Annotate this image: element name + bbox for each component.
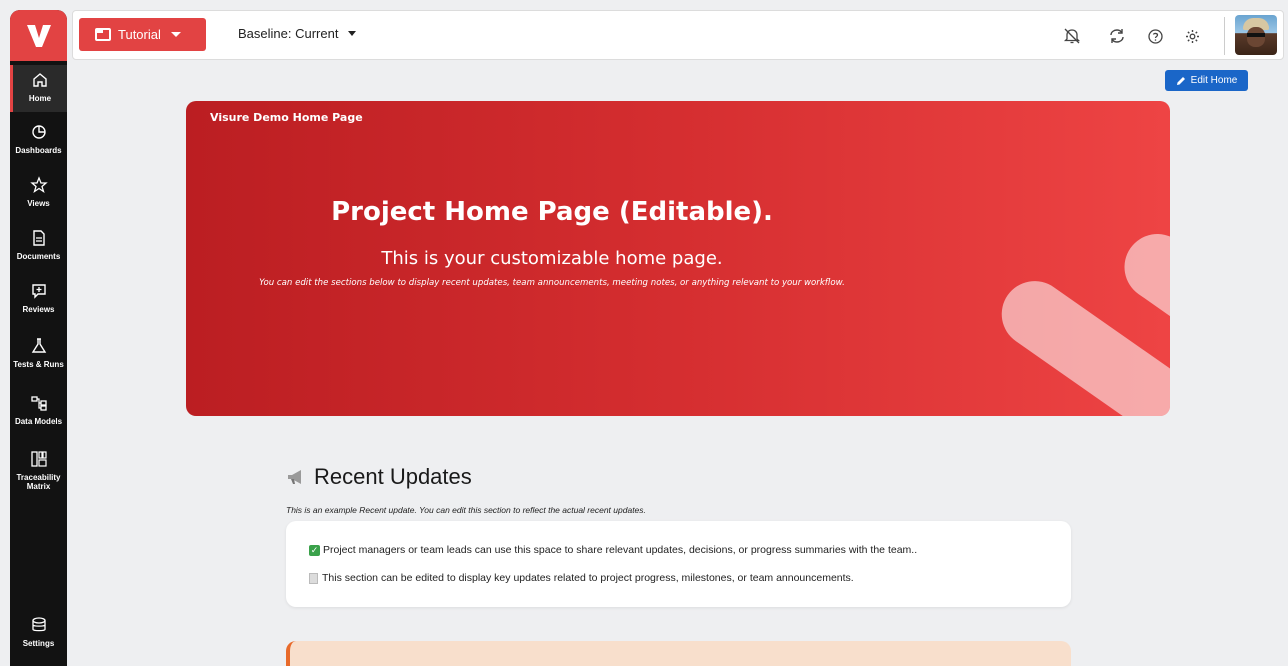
update-line-text: This section can be edited to display ke… <box>322 572 854 584</box>
update-line-text: Project managers or team leads can use t… <box>323 544 918 556</box>
matrix-icon <box>30 451 47 467</box>
dashboard-icon <box>31 125 46 139</box>
avatar[interactable] <box>1235 15 1277 55</box>
sync-icon <box>1110 29 1124 43</box>
sidebar-item-traceability-matrix[interactable]: Traceability Matrix <box>10 450 67 491</box>
sidebar-item-reviews[interactable]: Reviews <box>10 282 67 314</box>
sidebar-item-label: Tests & Runs <box>13 360 64 369</box>
flask-icon <box>31 338 46 353</box>
recent-updates-card: ✓ Project managers or team leads can use… <box>286 521 1071 607</box>
notifications-button[interactable] <box>1061 25 1083 47</box>
caret-down-icon <box>170 32 181 37</box>
recent-updates-title: Recent Updates <box>286 464 472 490</box>
home-icon <box>33 73 47 87</box>
megaphone-icon <box>288 470 301 484</box>
pencil-icon <box>1176 76 1185 85</box>
divider <box>1224 17 1225 55</box>
sidebar-item-data-models[interactable]: Data Models <box>10 394 67 426</box>
banner-subtitle: This is your customizable home page. <box>381 248 723 269</box>
section-title-text: Recent Updates <box>314 464 472 489</box>
sidebar-item-label: Data Models <box>14 417 63 426</box>
settings-menu-button[interactable] <box>1181 25 1203 47</box>
recent-updates-description: This is an example Recent update. You ca… <box>286 505 646 515</box>
sidebar-item-views[interactable]: Views <box>10 176 67 208</box>
project-name: Tutorial <box>118 27 161 42</box>
review-icon <box>31 284 46 299</box>
bell-off-icon <box>1063 28 1081 44</box>
sidebar-item-documents[interactable]: Documents <box>10 229 67 261</box>
sidebar-item-label: Views <box>27 199 50 208</box>
gear-icon <box>1185 29 1199 43</box>
hero-banner: Visure Demo Home Page Project Home Page … <box>186 101 1170 416</box>
top-bar: Tutorial Baseline: Current <box>72 10 1284 60</box>
update-line: ✓ Project managers or team leads can use… <box>309 544 917 556</box>
document-icon <box>32 230 45 246</box>
help-icon <box>1147 28 1163 44</box>
data-model-icon <box>30 396 47 411</box>
baseline-label: Baseline: Current <box>238 26 339 41</box>
sidebar-item-label: Documents <box>16 252 61 261</box>
sidebar-item-label: Dashboards <box>15 146 62 155</box>
sidebar-item-label: Traceability Matrix <box>16 473 61 491</box>
edit-home-label: Edit Home <box>1190 75 1238 86</box>
banner-small-title: Visure Demo Home Page <box>210 111 363 124</box>
project-selector-button[interactable]: Tutorial <box>79 18 206 51</box>
page-icon <box>309 572 318 584</box>
banner-title: Project Home Page (Editable). <box>331 197 773 227</box>
database-icon <box>31 617 46 632</box>
star-icon <box>29 176 48 194</box>
window-icon <box>95 28 111 41</box>
sync-button[interactable] <box>1106 25 1128 47</box>
sidebar-item-label: Settings <box>22 639 55 648</box>
sidebar-item-tests-runs[interactable]: Tests & Runs <box>10 337 67 369</box>
sidebar-item-settings[interactable]: Settings <box>10 616 67 648</box>
app-logo[interactable] <box>10 10 67 61</box>
sidebar-item-label: Reviews <box>22 305 55 314</box>
baseline-selector[interactable]: Baseline: Current <box>238 26 357 41</box>
sidebar: Home Dashboards Views Documents Reviews … <box>10 10 67 666</box>
sidebar-item-label: Home <box>28 94 52 103</box>
sidebar-item-dashboards[interactable]: Dashboards <box>10 123 67 155</box>
caret-down-icon <box>348 31 357 36</box>
help-button[interactable] <box>1144 25 1166 47</box>
visure-logo-icon <box>26 24 51 47</box>
banner-note: You can edit the sections below to displ… <box>259 278 845 288</box>
check-icon: ✓ <box>309 544 320 556</box>
edit-home-button[interactable]: Edit Home <box>1165 70 1248 91</box>
next-section-card <box>286 641 1071 666</box>
sidebar-item-home[interactable]: Home <box>10 65 67 112</box>
update-line: This section can be edited to display ke… <box>309 572 854 584</box>
